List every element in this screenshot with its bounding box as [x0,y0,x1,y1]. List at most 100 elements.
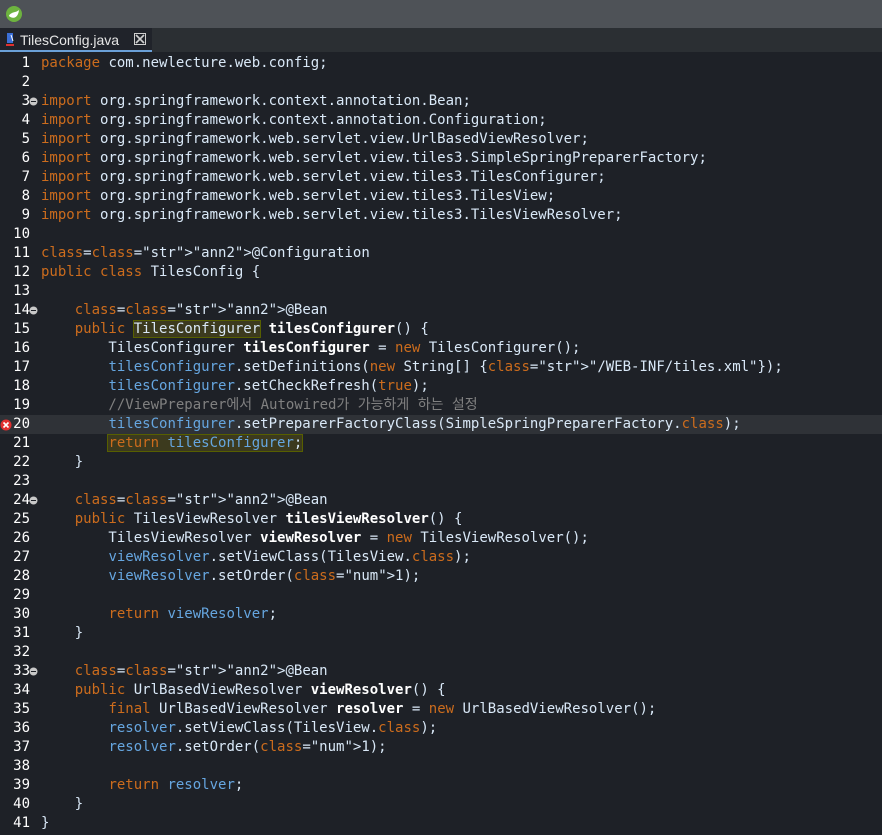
code-line[interactable]: 27 viewResolver.setViewClass(TilesView.c… [0,548,882,567]
line-number: 34 [13,682,30,698]
code-line[interactable]: 9 import org.springframework.web.servlet.… [0,206,882,225]
code-text: package com.newlecture.web.config; [41,55,328,71]
line-number: 30 [13,606,30,622]
line-number: 37 [13,739,30,755]
code-line[interactable]: 13 [0,282,882,301]
code-line[interactable]: 21 return tilesConfigurer; [0,434,882,453]
line-number: 8 [21,188,30,204]
line-number: 5 [21,131,30,147]
code-line[interactable]: 19 //ViewPreparer에서 Autowired가 가능하게 하는 설… [0,396,882,415]
line-number: 10 [13,226,30,242]
line-number: 40 [13,796,30,812]
line-number: 17 [13,359,30,375]
code-line[interactable]: 23 [0,472,882,491]
code-line[interactable]: 25 public TilesViewResolver tilesViewRes… [0,510,882,529]
fold-toggle-icon[interactable] [29,667,38,676]
line-number: 18 [13,378,30,394]
code-text: //ViewPreparer에서 Autowired가 가능하게 하는 설정 [41,397,478,413]
code-line[interactable]: 36 resolver.setViewClass(TilesView.class… [0,719,882,738]
code-text: tilesConfigurer.setDefinitions(new Strin… [108,359,783,375]
code-line[interactable]: 34 public UrlBasedViewResolver viewResol… [0,681,882,700]
code-line[interactable]: 32 [0,643,882,662]
line-number: 38 [13,758,30,774]
code-line[interactable]: 26 TilesViewResolver viewResolver = new … [0,529,882,548]
code-line[interactable]: 1 package com.newlecture.web.config; [0,54,882,73]
code-line[interactable]: 24 class=class="str">"ann2">@Bean [0,491,882,510]
code-text: class=class="str">"ann2">@Bean [74,492,328,508]
spring-icon[interactable] [5,5,23,23]
code-line[interactable]: 10 [0,225,882,244]
line-number: 12 [13,264,30,280]
code-line[interactable]: 15 public TilesConfigurer tilesConfigure… [0,320,882,339]
code-text: class=class="str">"ann2">@Configuration [41,245,370,261]
fold-toggle-icon[interactable] [29,306,38,315]
code-text: TilesConfigurer tilesConfigurer = new Ti… [41,340,581,356]
code-text: resolver.setOrder(class="num">1); [108,739,387,755]
code-text: class=class="str">"ann2">@Bean [74,663,328,679]
line-number: 31 [13,625,30,641]
line-number: 32 [13,644,30,660]
line-number: 19 [13,397,30,413]
close-icon[interactable] [134,33,146,45]
code-line[interactable]: 30 return viewResolver; [0,605,882,624]
code-line[interactable]: 5 import org.springframework.web.servlet.… [0,130,882,149]
code-line[interactable]: 33 class=class="str">"ann2">@Bean [0,662,882,681]
code-text: import org.springframework.web.servlet.v… [41,207,623,223]
code-text: class=class="str">"ann2">@Bean [74,302,328,318]
code-text: import org.springframework.context.annot… [41,112,547,128]
code-text: return tilesConfigurer; [107,434,304,452]
line-number: 13 [13,283,30,299]
code-text: } [41,454,84,470]
toolbar [0,0,882,28]
code-text: viewResolver.setOrder(class="num">1); [108,568,421,584]
code-line[interactable]: 41} [0,814,882,833]
code-editor[interactable]: 1 package com.newlecture.web.config; 2 3 imp… [0,52,882,835]
code-line[interactable]: 37 resolver.setOrder(class="num">1); [0,738,882,757]
line-number: 24 [13,492,30,508]
line-number: 27 [13,549,30,565]
code-text: } [41,815,50,831]
code-text: import org.springframework.web.servlet.v… [41,131,589,147]
code-line[interactable]: 4 import org.springframework.context.anno… [0,111,882,130]
line-number: 4 [21,112,30,128]
fold-toggle-icon[interactable] [29,97,38,106]
code-line[interactable]: 8 import org.springframework.web.servlet.… [0,187,882,206]
code-line[interactable]: 22 } [0,453,882,472]
code-line[interactable]: 40 } [0,795,882,814]
code-line[interactable]: 20 tilesConfigurer.setPreparerFactoryCla… [0,415,882,434]
code-line[interactable]: 11 class=class="str">"ann2">@Configuratio… [0,244,882,263]
error-icon[interactable] [0,419,12,431]
code-line[interactable]: 31 } [0,624,882,643]
code-text: resolver.setViewClass(TilesView.class); [108,720,438,736]
code-line[interactable]: 29 [0,586,882,605]
code-text: tilesConfigurer.setCheckRefresh(true); [108,378,429,394]
tab-tilesconfig-java[interactable]: TilesConfig.java [0,28,152,52]
code-line[interactable]: 17 tilesConfigurer.setDefinitions(new St… [0,358,882,377]
code-line[interactable]: 14 class=class="str">"ann2">@Bean [0,301,882,320]
code-line[interactable]: 39 return resolver; [0,776,882,795]
code-line[interactable]: 12 public class TilesConfig { [0,263,882,282]
code-line[interactable]: 7 import org.springframework.web.servlet.… [0,168,882,187]
code-line[interactable]: 35 final UrlBasedViewResolver resolver =… [0,700,882,719]
line-number: 21 [13,435,30,451]
code-text: return resolver; [108,777,244,793]
line-number: 28 [13,568,30,584]
code-text: import org.springframework.web.servlet.v… [41,188,556,204]
code-line[interactable]: 28 viewResolver.setOrder(class="num">1); [0,567,882,586]
fold-toggle-icon[interactable] [29,496,38,505]
line-number: 16 [13,340,30,356]
line-number: 1 [21,55,30,71]
code-text: import org.springframework.web.servlet.v… [41,150,707,166]
code-line[interactable]: 38 [0,757,882,776]
line-number: 23 [13,473,30,489]
code-line[interactable]: 16 TilesConfigurer tilesConfigurer = new… [0,339,882,358]
code-line[interactable]: 3 import org.springframework.context.anno… [0,92,882,111]
code-line[interactable]: 18 tilesConfigurer.setCheckRefresh(true)… [0,377,882,396]
code-text: TilesViewResolver viewResolver = new Til… [41,530,589,546]
code-text: public TilesViewResolver tilesViewResolv… [74,511,463,527]
code-text: import org.springframework.web.servlet.v… [41,169,606,185]
code-text: public UrlBasedViewResolver viewResolver… [74,682,446,698]
code-line[interactable]: 6 import org.springframework.web.servlet.… [0,149,882,168]
code-line[interactable]: 2 [0,73,882,92]
line-number: 25 [13,511,30,527]
